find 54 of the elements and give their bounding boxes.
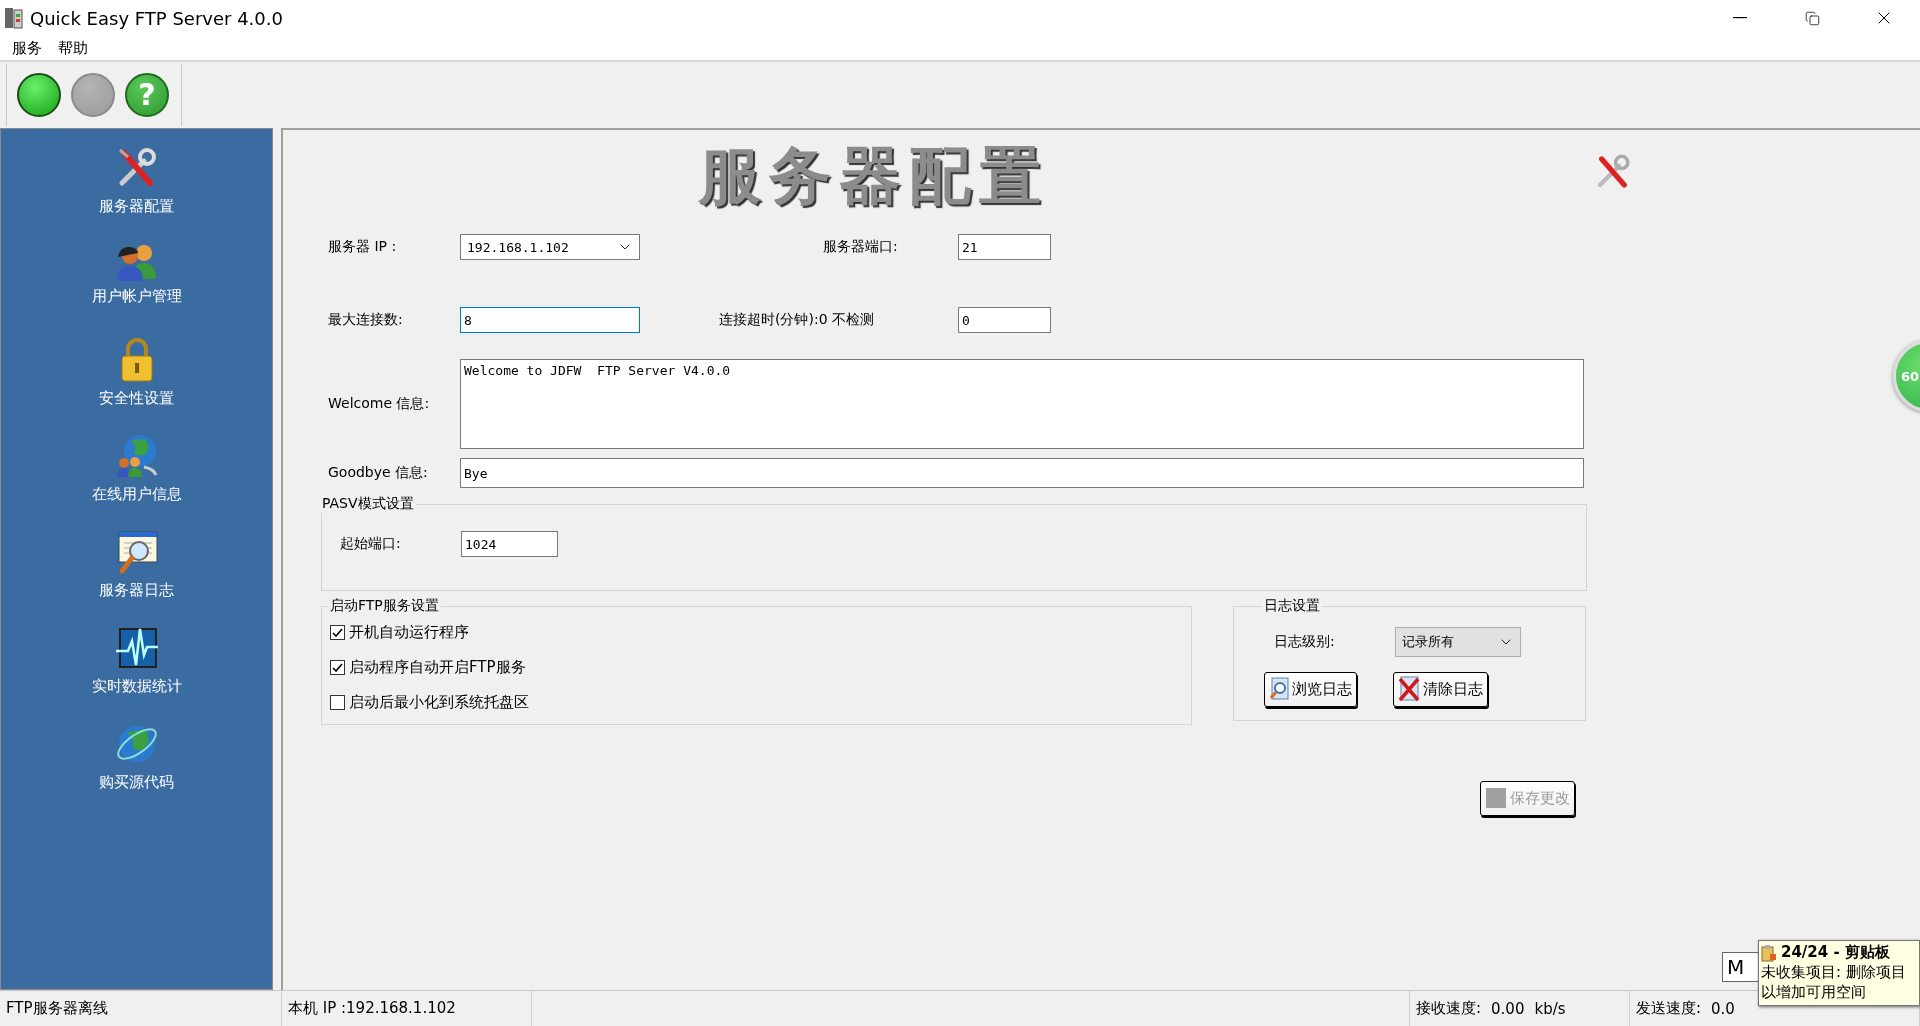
sidebar-item[interactable]: 购买源代码 (99, 773, 174, 792)
field-label: 连接超时(分钟):0 不检测 (719, 311, 875, 329)
input-field[interactable]: 21 (958, 234, 1051, 260)
minimize-icon (1733, 17, 1747, 19)
field-label: 服务器端口: (823, 238, 899, 256)
restore-icon (1804, 10, 1820, 26)
sidebar-item[interactable]: 实时数据统计 (91, 677, 182, 696)
group-title: 启动FTP服务设置 (329, 597, 440, 615)
window-title: Quick Easy FTP Server 4.0.0 (30, 7, 284, 29)
checkbox-option[interactable]: 启动后最小化到系统托盘区 (330, 685, 1183, 720)
sidebar-item[interactable]: 安全性设置 (99, 389, 174, 408)
counter-badge: 60 (1893, 340, 1920, 412)
input-field[interactable]: 8 (460, 307, 640, 333)
field-label: 起始端口: (340, 535, 402, 553)
status-text: 0.0 (1711, 999, 1735, 1018)
field-label: 日志级别: (1274, 633, 1336, 651)
field-label: Goodbye 信息: (328, 464, 429, 482)
status-text: FTP服务器离线 (6, 999, 108, 1018)
input-field[interactable]: 1024 (461, 531, 558, 557)
input-field[interactable]: Bye (460, 458, 1584, 488)
status-text: kb/s (1534, 999, 1566, 1018)
ip-dropdown[interactable]: 192.168.1.102 (460, 234, 640, 260)
status-text: 接收速度: (1416, 999, 1482, 1018)
square-icon (1485, 787, 1507, 809)
group-title: PASV模式设置 (321, 495, 415, 513)
checkbox-option[interactable]: 开机自动运行程序 (330, 615, 1183, 650)
text-area[interactable]: Welcome to JDFW FTP Server V4.0.0 (460, 359, 1584, 449)
magnifier-page-icon (1269, 677, 1289, 701)
checkbox-option[interactable]: 启动程序自动开启FTP服务 (330, 650, 1183, 685)
input-field[interactable]: 0 (958, 307, 1051, 333)
sidebar-item[interactable]: 用户帐户管理 (91, 287, 182, 306)
sidebar-item[interactable]: 服务器日志 (99, 581, 174, 600)
status-text: 0.00 (1491, 999, 1525, 1018)
log-level-dropdown[interactable]: 记录所有 (1395, 627, 1521, 657)
log-button[interactable]: 清除日志 (1393, 671, 1488, 707)
field-label: Welcome 信息: (328, 395, 431, 413)
cross-page-icon (1398, 676, 1420, 702)
padlock-icon (118, 337, 155, 383)
menu-item[interactable]: 服务 (4, 36, 50, 60)
pulse-monitor-icon (113, 625, 160, 671)
field-label: 服务器 IP : (328, 238, 398, 256)
start-button[interactable] (17, 73, 61, 117)
app-icon (4, 6, 24, 30)
sidebar-item[interactable]: 在线用户信息 (91, 485, 182, 504)
log-button[interactable]: 浏览日志 (1264, 671, 1357, 707)
group-title: 日志设置 (1263, 597, 1321, 615)
tooltip-title: 24/24 - 剪贴板 (1781, 943, 1890, 962)
status-text: 本机 IP :192.168.1.102 (288, 999, 456, 1018)
clipboard-icon (1761, 943, 1777, 962)
status-text: 发送速度: (1636, 999, 1702, 1018)
field-label: 最大连接数: (328, 311, 404, 329)
panel-title: 服务器配置 (699, 138, 1049, 214)
sidebar-item[interactable]: 服务器配置 (99, 197, 174, 216)
menu-item[interactable]: 帮助 (50, 36, 96, 60)
